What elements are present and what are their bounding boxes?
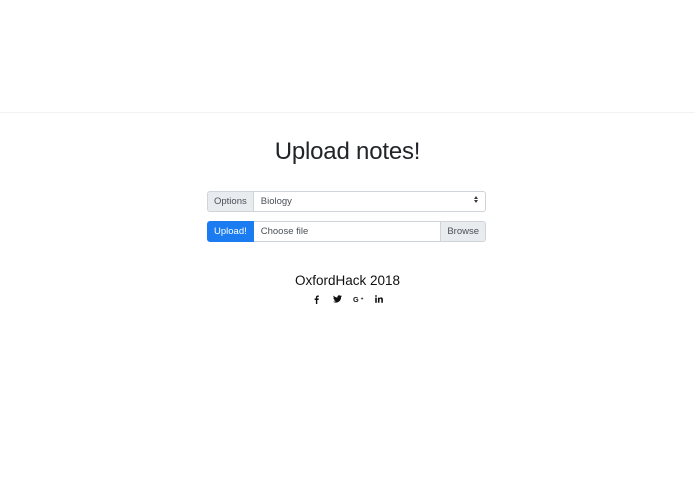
footer-title: OxfordHack 2018	[294, 273, 401, 288]
google-plus-icon[interactable]: G	[353, 293, 364, 305]
top-header-area	[0, 0, 695, 113]
linkedin-icon[interactable]	[374, 293, 385, 305]
subject-select-value: Biology	[260, 196, 292, 207]
upload-button[interactable]: Upload!	[207, 221, 254, 242]
facebook-icon[interactable]	[311, 293, 322, 305]
svg-text:G: G	[353, 295, 359, 303]
file-input[interactable]: Choose file Browse	[253, 221, 486, 242]
browse-button[interactable]: Browse	[440, 222, 485, 241]
options-label: Options	[207, 191, 254, 212]
select-caret-icon	[473, 196, 479, 203]
twitter-icon[interactable]	[332, 293, 343, 305]
subject-select-group: Options Biology	[207, 191, 486, 212]
file-input-label: Choose file	[260, 226, 309, 237]
social-links: G	[0, 293, 695, 305]
subject-select[interactable]: Biology	[253, 191, 486, 212]
file-upload-group: Upload! Choose file Browse	[207, 221, 486, 242]
page-title: Upload notes!	[274, 138, 421, 165]
